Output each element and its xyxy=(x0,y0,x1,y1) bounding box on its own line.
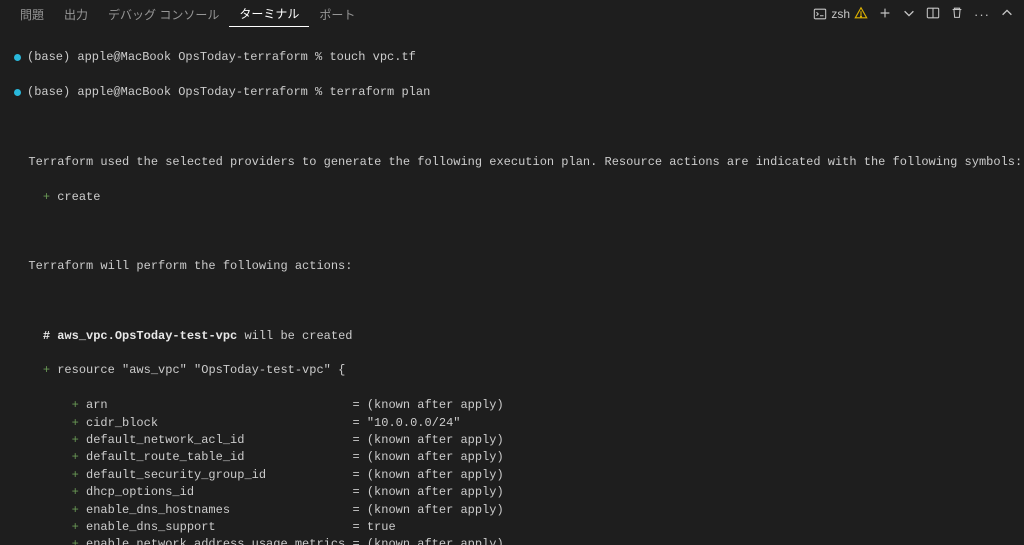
legend-create: + create xyxy=(14,189,1010,206)
terminal-output[interactable]: (base) apple@MacBook OpsToday-terraform … xyxy=(0,28,1024,545)
tab-problems[interactable]: 問題 xyxy=(10,2,54,27)
chevron-down-icon[interactable] xyxy=(902,6,916,23)
warning-icon xyxy=(854,6,868,23)
terminal-box-icon xyxy=(813,7,827,21)
attribute-row: + cidr_block = "10.0.0.0/24" xyxy=(14,415,1010,432)
resource-header: # aws_vpc.OpsToday-test-vpc will be crea… xyxy=(14,328,1010,345)
tab-debug-console[interactable]: デバッグ コンソール xyxy=(98,2,229,27)
tab-ports[interactable]: ポート xyxy=(309,2,365,27)
resource-decl: + resource "aws_vpc" "OpsToday-test-vpc"… xyxy=(14,362,1010,379)
attribute-row: + default_network_acl_id = (known after … xyxy=(14,432,1010,449)
attribute-row: + default_security_group_id = (known aft… xyxy=(14,467,1010,484)
attribute-row: + default_route_table_id = (known after … xyxy=(14,449,1010,466)
attribute-row: + dhcp_options_id = (known after apply) xyxy=(14,484,1010,501)
terraform-perform: Terraform will perform the following act… xyxy=(14,258,1010,275)
chevron-up-icon[interactable] xyxy=(1000,6,1014,23)
terminal-toolbar: zsh ··· xyxy=(813,6,1014,23)
bullet-icon xyxy=(14,89,21,96)
prompt-line: (base) apple@MacBook OpsToday-terraform … xyxy=(14,49,1010,66)
tab-output[interactable]: 出力 xyxy=(54,2,98,27)
split-terminal-icon[interactable] xyxy=(926,6,940,23)
shell-indicator[interactable]: zsh xyxy=(813,6,868,23)
trash-icon[interactable] xyxy=(950,6,964,23)
terraform-intro: Terraform used the selected providers to… xyxy=(14,154,1010,171)
attribute-row: + enable_network_address_usage_metrics =… xyxy=(14,536,1010,545)
prompt-line: (base) apple@MacBook OpsToday-terraform … xyxy=(14,84,1010,101)
panel-tabbar: 問題 出力 デバッグ コンソール ターミナル ポート zsh ··· xyxy=(0,0,1024,28)
attribute-row: + enable_dns_support = true xyxy=(14,519,1010,536)
more-icon[interactable]: ··· xyxy=(974,7,990,22)
new-terminal-icon[interactable] xyxy=(878,6,892,23)
attribute-row: + enable_dns_hostnames = (known after ap… xyxy=(14,502,1010,519)
tab-terminal[interactable]: ターミナル xyxy=(229,1,309,27)
shell-label: zsh xyxy=(831,7,850,21)
attribute-row: + arn = (known after apply) xyxy=(14,397,1010,414)
bullet-icon xyxy=(14,54,21,61)
